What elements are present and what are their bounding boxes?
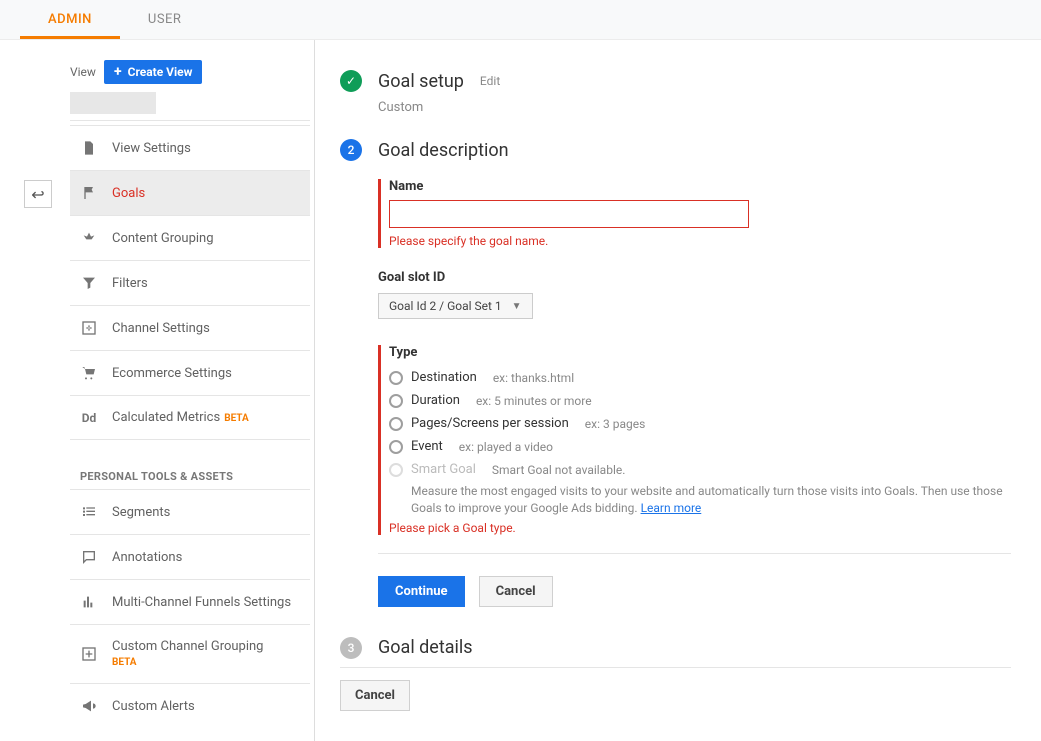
learn-more-link[interactable]: Learn more xyxy=(641,501,702,515)
nav-label: Custom Alerts xyxy=(112,699,195,714)
tab-user[interactable]: USER xyxy=(120,0,210,39)
step-setup-title: Goal setup xyxy=(378,71,464,92)
collapse-sidebar-button[interactable]: ↩ xyxy=(24,180,52,208)
nav-custom-alerts[interactable]: Custom Alerts xyxy=(70,684,310,728)
smart-help-text: Measure the most engaged visits to your … xyxy=(411,484,1003,515)
radio-label: Duration xyxy=(411,393,460,408)
create-view-button[interactable]: + Create View xyxy=(104,60,203,84)
nav-channel-settings[interactable]: Channel Settings xyxy=(70,306,310,351)
create-view-label: Create View xyxy=(128,65,193,79)
step-1-badge: ✓ xyxy=(340,70,362,92)
grouping-icon xyxy=(80,230,98,246)
nav-label: Goals xyxy=(112,186,145,201)
step-3-badge: 3 xyxy=(340,637,362,659)
nav-label: Segments xyxy=(112,505,170,520)
step-2-badge: 2 xyxy=(340,139,362,161)
goal-name-input[interactable] xyxy=(389,200,749,228)
nav-label: Channel Settings xyxy=(112,321,210,336)
nav-label: View Settings xyxy=(112,141,191,156)
channel-grouping-icon xyxy=(80,646,98,662)
continue-button[interactable]: Continue xyxy=(378,576,465,607)
radio-icon xyxy=(389,417,403,431)
step-desc-title: Goal description xyxy=(378,140,509,161)
annotation-icon xyxy=(80,549,98,565)
name-field-label: Name xyxy=(389,179,1011,194)
type-smart: Smart Goal Smart Goal not available. xyxy=(389,458,1011,481)
goal-slot-select[interactable]: Goal Id 2 / Goal Set 1 ▼ xyxy=(378,293,533,319)
flag-icon xyxy=(80,185,98,201)
beta-badge: BETA xyxy=(112,657,137,668)
radio-label: Smart Goal xyxy=(411,462,476,477)
nav-label: Content Grouping xyxy=(112,231,214,246)
step-details-title: Goal details xyxy=(378,637,473,658)
nav-view-settings[interactable]: View Settings xyxy=(70,126,310,171)
radio-label: Pages/Screens per session xyxy=(411,416,569,431)
type-duration[interactable]: Duration ex: 5 minutes or more xyxy=(389,389,1011,412)
radio-label: Destination xyxy=(411,370,477,385)
type-error: Please pick a Goal type. xyxy=(389,521,1011,535)
tab-admin[interactable]: ADMIN xyxy=(20,0,120,39)
nav-label: Filters xyxy=(112,276,148,291)
segments-icon xyxy=(80,504,98,520)
beta-badge: BETA xyxy=(224,413,249,424)
megaphone-icon xyxy=(80,698,98,714)
radio-example: ex: 5 minutes or more xyxy=(476,394,592,408)
nav-label: Annotations xyxy=(112,550,182,565)
radio-label: Event xyxy=(411,439,443,454)
view-label: View xyxy=(70,65,96,79)
section-personal-tools: PERSONAL TOOLS & ASSETS xyxy=(70,440,310,489)
radio-icon xyxy=(389,463,403,477)
page-icon xyxy=(80,140,98,156)
channel-icon xyxy=(80,320,98,336)
radio-example: ex: 3 pages xyxy=(585,417,645,431)
nav-filters[interactable]: Filters xyxy=(70,261,310,306)
nav-calculated-metrics[interactable]: Dd Calculated Metrics BETA xyxy=(70,396,310,440)
nav-label: Custom Channel Grouping xyxy=(112,639,264,654)
view-name-chip[interactable] xyxy=(70,92,156,114)
type-event[interactable]: Event ex: played a video xyxy=(389,435,1011,458)
nav-label: Ecommerce Settings xyxy=(112,366,232,381)
type-label: Type xyxy=(389,345,1011,360)
step-setup-sub: Custom xyxy=(378,100,1011,115)
cancel-step-button[interactable]: Cancel xyxy=(479,576,553,607)
nav-segments[interactable]: Segments xyxy=(70,490,310,535)
funnel-icon xyxy=(80,275,98,291)
radio-icon xyxy=(389,394,403,408)
type-pages[interactable]: Pages/Screens per session ex: 3 pages xyxy=(389,412,1011,435)
slot-label: Goal slot ID xyxy=(378,270,1011,285)
radio-example: ex: thanks.html xyxy=(493,371,574,385)
dd-icon: Dd xyxy=(80,411,98,425)
radio-icon xyxy=(389,371,403,385)
nav-ecommerce-settings[interactable]: Ecommerce Settings xyxy=(70,351,310,396)
cart-icon xyxy=(80,365,98,381)
plus-icon: + xyxy=(114,65,122,79)
nav-custom-channel-grouping[interactable]: Custom Channel Grouping BETA xyxy=(70,625,310,684)
edit-setup-link[interactable]: Edit xyxy=(480,74,500,88)
nav-label: Calculated Metrics xyxy=(112,410,220,425)
caret-down-icon: ▼ xyxy=(512,301,522,312)
nav-label: Multi-Channel Funnels Settings xyxy=(112,595,291,610)
nav-goals[interactable]: Goals xyxy=(70,171,310,216)
type-destination[interactable]: Destination ex: thanks.html xyxy=(389,366,1011,389)
nav-annotations[interactable]: Annotations xyxy=(70,535,310,580)
radio-icon xyxy=(389,440,403,454)
back-arrow-icon: ↩ xyxy=(31,185,44,204)
bars-icon xyxy=(80,594,98,610)
cancel-all-button[interactable]: Cancel xyxy=(340,680,410,711)
nav-content-grouping[interactable]: Content Grouping xyxy=(70,216,310,261)
check-icon: ✓ xyxy=(346,74,356,88)
smart-status: Smart Goal not available. xyxy=(492,463,626,477)
radio-example: ex: played a video xyxy=(459,440,553,454)
slot-value: Goal Id 2 / Goal Set 1 xyxy=(389,299,502,313)
nav-mcf-settings[interactable]: Multi-Channel Funnels Settings xyxy=(70,580,310,625)
name-error: Please specify the goal name. xyxy=(389,234,1011,248)
